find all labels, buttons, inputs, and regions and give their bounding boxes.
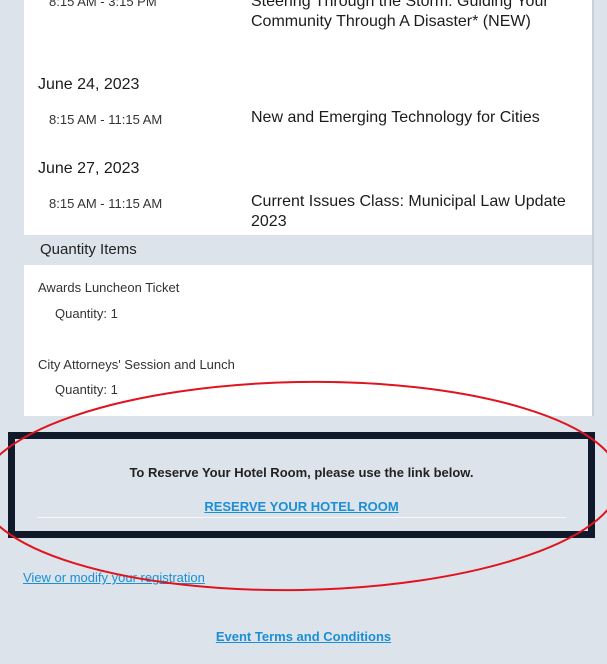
quantity-items-header: Quantity Items — [24, 235, 592, 265]
registration-summary-card: 8:15 AM - 3:15 PM Steering Through the S… — [24, 0, 594, 416]
hotel-instructions: To Reserve Your Hotel Room, please use t… — [129, 465, 474, 480]
reserve-hotel-link[interactable]: RESERVE YOUR HOTEL ROOM — [15, 499, 588, 514]
divider — [37, 517, 566, 518]
quantity-items-title: Quantity Items — [40, 241, 137, 258]
session-title: Current Issues Class: Municipal Law Upda… — [251, 193, 566, 230]
session-title: New and Emerging Technology for Cities — [251, 109, 540, 126]
hotel-reservation-box: To Reserve Your Hotel Room, please use t… — [8, 432, 595, 538]
quantity-item-name: City Attorneys' Session and Lunch — [38, 357, 235, 372]
session-date: June 27, 2023 — [38, 160, 140, 177]
event-terms-link[interactable]: Event Terms and Conditions — [0, 629, 607, 644]
session-time: 8:15 AM - 11:15 AM — [49, 196, 163, 211]
quantity-item-count: Quantity: 1 — [55, 382, 118, 397]
session-date: June 24, 2023 — [38, 76, 140, 93]
quantity-item-count: Quantity: 1 — [55, 306, 118, 321]
modify-registration-link[interactable]: View or modify your registration — [23, 570, 205, 585]
quantity-item-name: Awards Luncheon Ticket — [38, 280, 180, 295]
session-title: Steering Through the Storm: Guiding Your… — [251, 0, 549, 30]
session-time: 8:15 AM - 3:15 PM — [49, 0, 157, 9]
session-time: 8:15 AM - 11:15 AM — [49, 112, 163, 127]
